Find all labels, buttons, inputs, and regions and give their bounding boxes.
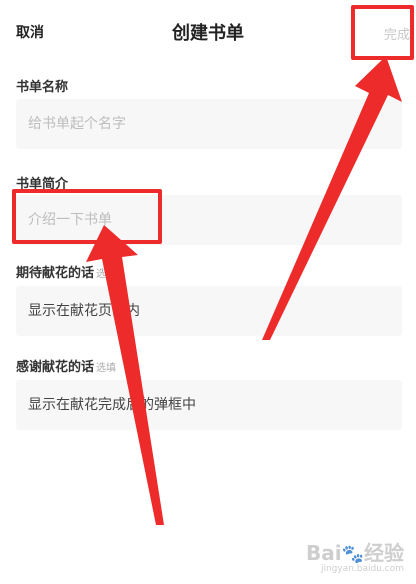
watermark-url: jingyan.baidu.com bbox=[320, 564, 404, 574]
watermark: Bai🐾经验 jingyan.baidu.com bbox=[306, 537, 404, 574]
watermark-logo-suffix: 经验 bbox=[364, 541, 404, 565]
annotation-arrows bbox=[86, 56, 402, 525]
arrow-to-done bbox=[262, 56, 402, 340]
paw-icon: 🐾 bbox=[341, 544, 364, 565]
watermark-logo: Bai🐾经验 bbox=[306, 537, 404, 566]
arrow-to-intro bbox=[86, 225, 164, 525]
watermark-logo-text: Bai bbox=[305, 541, 342, 565]
